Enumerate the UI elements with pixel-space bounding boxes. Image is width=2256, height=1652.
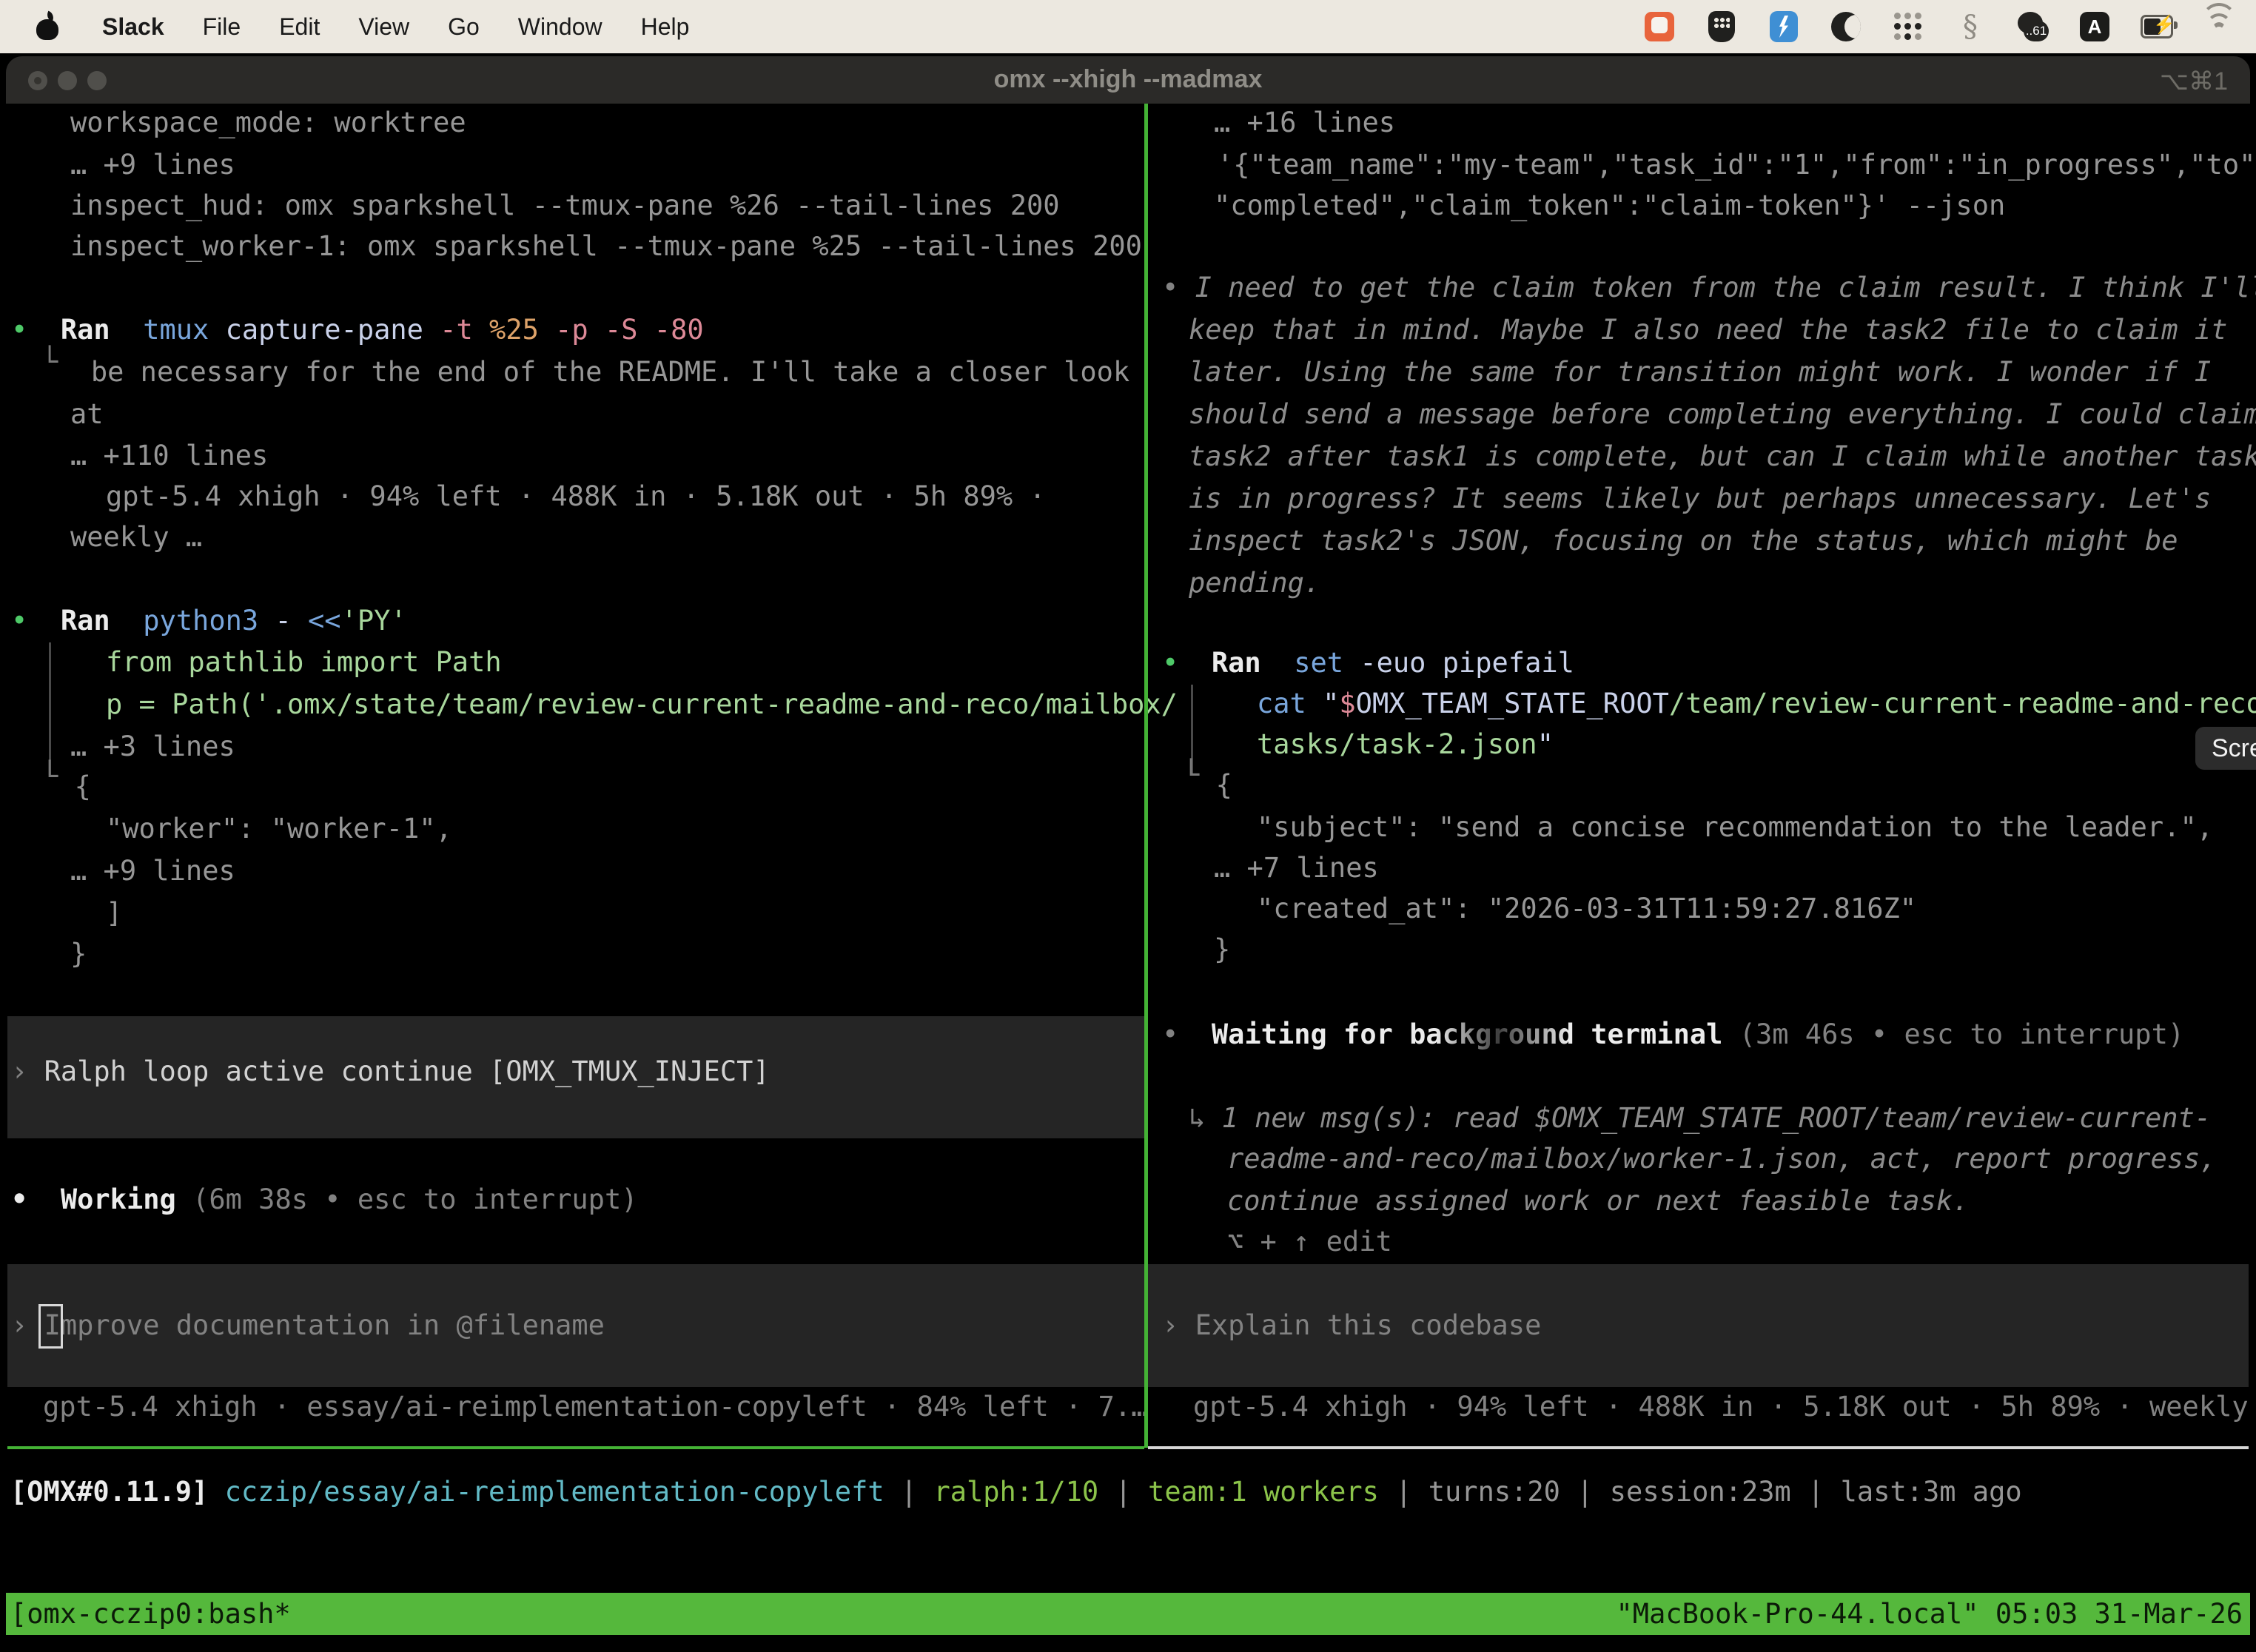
terminal-line: inspect_worker-1: omx sparkshell --tmux-… bbox=[70, 225, 1142, 267]
terminal-line: } bbox=[70, 933, 87, 975]
mailbox-msg-line: continue assigned work or next feasible … bbox=[1227, 1180, 1969, 1222]
terminal-line: "completed","claim_token":"claim-token"}… bbox=[1214, 184, 2005, 226]
chevron-prompt-icon: › bbox=[11, 1055, 27, 1087]
terminal-line: at bbox=[70, 393, 104, 435]
right-pane-border bbox=[1148, 1446, 2249, 1449]
terminal-line: from pathlib import Path bbox=[106, 641, 502, 683]
menu-item-file[interactable]: File bbox=[203, 13, 241, 41]
waiting-status: • Waiting for background terminal (3m 46… bbox=[1162, 1013, 2184, 1055]
thought-line: should send a message before completing … bbox=[1189, 393, 2256, 435]
terminal-line: … +3 lines bbox=[70, 725, 235, 768]
menu-item-go[interactable]: Go bbox=[448, 13, 480, 41]
thought-bullet-icon: • bbox=[1162, 272, 1178, 303]
menu-item-help[interactable]: Help bbox=[641, 13, 690, 41]
thought-line: is in progress? It seems likely but perh… bbox=[1189, 477, 2211, 520]
terminal-line: inspect_hud: omx sparkshell --tmux-pane … bbox=[70, 184, 1060, 226]
terminal-line: … +110 lines bbox=[70, 434, 268, 477]
battery-icon[interactable] bbox=[2141, 10, 2173, 43]
terminal-line: … +7 lines bbox=[1214, 847, 1379, 889]
dots-grid-icon[interactable] bbox=[1892, 10, 1924, 43]
spinner-bullet-icon: • bbox=[11, 1183, 27, 1215]
terminal-line: … +9 lines bbox=[70, 144, 235, 186]
terminal-line: weekly … bbox=[70, 516, 202, 558]
terminal-line: p = Path('.omx/state/team/review-current… bbox=[106, 683, 1178, 725]
terminal-line: workspace_mode: worktree bbox=[70, 101, 466, 144]
menu-item-edit[interactable]: Edit bbox=[279, 13, 320, 41]
badge-count-icon[interactable]: ..61 bbox=[2016, 10, 2049, 43]
chat-app-icon[interactable] bbox=[1643, 10, 1676, 43]
menu-app-name[interactable]: Slack bbox=[102, 13, 164, 41]
bolt-app-icon[interactable] bbox=[1767, 10, 1800, 43]
thought-line: keep that in mind. Maybe I also need the… bbox=[1189, 309, 2227, 351]
tmux-session-name[interactable]: [omx-cczip0:bash* bbox=[10, 1593, 291, 1635]
ran-set-line: • Ran set -euo pipefail bbox=[1162, 642, 1574, 684]
terminal-line: "worker": "worker-1", bbox=[106, 807, 452, 850]
chevron-prompt-icon: › bbox=[11, 1309, 27, 1341]
screen-share-tooltip[interactable]: Scre bbox=[2195, 727, 2256, 770]
terminal-line: └ be necessary for the end of the README… bbox=[41, 351, 1129, 393]
terminal-line: } bbox=[1214, 928, 1230, 970]
right-prompt-input[interactable]: › Explain this codebase bbox=[1162, 1304, 1541, 1346]
spinner-bullet-icon: • bbox=[1162, 1018, 1178, 1050]
menu-item-view[interactable]: View bbox=[358, 13, 409, 41]
arrow-down-right-icon: ↳ bbox=[1189, 1102, 1205, 1134]
thought-line: later. Using the same for transition mig… bbox=[1189, 351, 2211, 393]
terminal-line: … +9 lines bbox=[70, 850, 235, 892]
crescent-icon[interactable] bbox=[1830, 10, 1862, 43]
window-shortcut-hint: ⌥⌘1 bbox=[2160, 67, 2228, 96]
terminal-line: … +16 lines bbox=[1214, 101, 1395, 144]
text-cursor bbox=[38, 1304, 63, 1349]
working-status: • Working (6m 38s • esc to interrupt) bbox=[11, 1178, 638, 1220]
right-pane-statusline: gpt-5.4 xhigh · 94% left · 488K in · 5.1… bbox=[1193, 1386, 2256, 1428]
thought-line: inspect task2's JSON, focusing on the st… bbox=[1189, 520, 2178, 562]
ralph-loop-status: › Ralph loop active continue [OMX_TMUX_I… bbox=[11, 1050, 770, 1092]
pane-divider[interactable] bbox=[1144, 104, 1148, 1448]
screen: Slack File Edit View Go Window Help § ..… bbox=[0, 0, 2256, 1652]
ran-tmux-line: • Ran tmux capture-pane -t %25 -p -S -80 bbox=[11, 309, 704, 351]
run-bullet-icon: • bbox=[11, 605, 27, 637]
menu-item-window[interactable]: Window bbox=[518, 13, 602, 41]
run-bullet-icon: • bbox=[1162, 647, 1178, 679]
tmux-status-bar: [omx-cczip0:bash* "MacBook-Pro-44.local"… bbox=[6, 1593, 2250, 1635]
shield-icon[interactable] bbox=[1705, 10, 1738, 43]
chevron-prompt-icon: › bbox=[1162, 1309, 1178, 1341]
run-bullet-icon: • bbox=[11, 314, 27, 346]
menu-bar: Slack File Edit View Go Window Help § ..… bbox=[0, 0, 2256, 53]
thought-line: task2 after task1 is complete, but can I… bbox=[1189, 435, 2256, 477]
terminal-line: ] bbox=[106, 892, 122, 934]
window-title: omx --xhigh --madmax bbox=[0, 65, 2256, 94]
terminal-line: cat "$OMX_TEAM_STATE_ROOT/team/review-cu… bbox=[1257, 682, 2256, 725]
mailbox-msg-line: ↳ 1 new msg(s): read $OMX_TEAM_STATE_ROO… bbox=[1189, 1097, 2211, 1139]
omx-status-bar: [OMX#0.11.9] cczip/essay/ai-reimplementa… bbox=[10, 1471, 2022, 1513]
thought-line: pending. bbox=[1189, 562, 1320, 604]
terminal-line: └ { bbox=[1183, 764, 1232, 806]
left-pane-statusline: gpt-5.4 xhigh · essay/ai-reimplementatio… bbox=[43, 1386, 1147, 1428]
terminal-line: '{"team_name":"my-team","task_id":"1","f… bbox=[1217, 144, 2256, 186]
terminal-line: tasks/task-2.json" bbox=[1257, 723, 1554, 765]
thought-line: • I need to get the claim token from the… bbox=[1162, 266, 2256, 309]
terminal-line: gpt-5.4 xhigh · 94% left · 488K in · 5.1… bbox=[106, 475, 1046, 517]
terminal-line: "created_at": "2026-03-31T11:59:27.816Z" bbox=[1257, 887, 1916, 930]
left-pane-border bbox=[7, 1446, 1144, 1449]
wifi-icon[interactable] bbox=[2203, 10, 2235, 43]
left-output-connector bbox=[49, 642, 51, 776]
hook-icon[interactable]: § bbox=[1954, 10, 1987, 43]
mailbox-msg-line: readme-and-reco/mailbox/worker-1.json, a… bbox=[1227, 1138, 2217, 1180]
tmux-host-clock: "MacBook-Pro-44.local" 05:03 31-Mar-26 bbox=[1617, 1593, 2243, 1635]
ran-python-line: • Ran python3 - <<'PY' bbox=[11, 600, 407, 642]
left-prompt-input[interactable]: › Improve documentation in @filename bbox=[11, 1304, 605, 1346]
apple-icon[interactable] bbox=[31, 10, 64, 43]
terminal-line: └ { bbox=[41, 765, 91, 807]
edit-hint: ⌥ + ↑ edit bbox=[1227, 1220, 1392, 1263]
terminal-line: "subject": "send a concise recommendatio… bbox=[1257, 806, 2213, 848]
input-source-icon[interactable]: A bbox=[2078, 10, 2111, 43]
